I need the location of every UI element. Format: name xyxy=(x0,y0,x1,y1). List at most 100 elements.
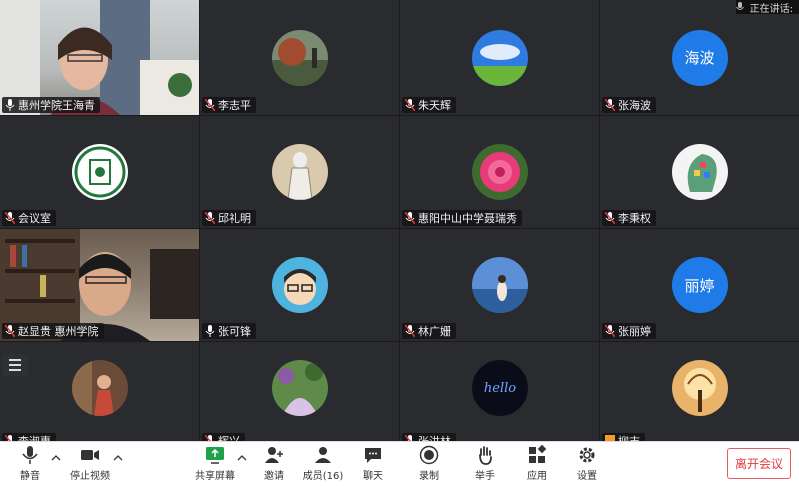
chevron-up-icon[interactable] xyxy=(113,454,123,462)
participant-avatar: hello xyxy=(471,360,528,416)
nameplate: 李志平 xyxy=(202,97,256,113)
gear-icon xyxy=(579,447,595,463)
participant-name: 柳志 xyxy=(618,433,640,441)
apps-icon xyxy=(529,445,547,463)
mic-muted-icon xyxy=(605,99,615,111)
participant-tile[interactable]: 惠州学院王海青 xyxy=(0,0,199,115)
hand-icon xyxy=(479,446,492,465)
participant-avatar: 丽婷 xyxy=(671,257,728,313)
apps-button[interactable]: 应用 xyxy=(524,445,550,485)
mic-muted-icon xyxy=(5,325,15,337)
apps-label: 应用 xyxy=(527,471,547,482)
nameplate: 张海波 xyxy=(602,97,656,113)
participant-grid: 惠州学院王海青 李志平 朱天辉 海波 张海波 会议室 邱礼明 惠阳中山中学聂瑞秀… xyxy=(0,0,799,441)
share-screen-label: 共享屏幕 xyxy=(195,471,235,482)
chat-label: 聊天 xyxy=(363,471,383,482)
participant-tile[interactable]: 赵显贵 惠州学院 xyxy=(0,229,199,341)
participant-tile[interactable]: 李淑惠 xyxy=(0,342,199,441)
mic-muted-icon xyxy=(605,325,615,337)
participant-avatar xyxy=(471,144,528,200)
participant-name: 惠州学院王海青 xyxy=(18,99,95,112)
participant-tile[interactable]: 海波 张海波 xyxy=(600,0,799,115)
participant-avatar xyxy=(271,360,328,416)
nameplate: 会议室 xyxy=(2,210,56,226)
invite-button[interactable]: 邀请 xyxy=(260,445,288,485)
participant-tile[interactable]: 朱天辉 xyxy=(400,0,599,115)
participant-tile[interactable]: 林广姗 xyxy=(400,229,599,341)
participant-avatar: 海波 xyxy=(671,29,728,86)
participant-avatar xyxy=(71,360,128,416)
leave-meeting-button[interactable]: 离开会议 xyxy=(727,448,791,479)
members-label: 成员(16) xyxy=(302,471,344,482)
participant-avatar xyxy=(471,29,528,86)
participant-name: 赵显贵 惠州学院 xyxy=(18,325,99,338)
participant-name: 张可锋 xyxy=(218,325,251,338)
mute-button[interactable]: 静音 xyxy=(16,445,44,485)
participant-name: 惠阳中山中学聂瑞秀 xyxy=(418,212,517,225)
participant-name: 会议室 xyxy=(18,212,51,225)
raise-hand-button[interactable]: 举手 xyxy=(472,445,498,485)
participant-tile[interactable]: 李志平 xyxy=(200,0,399,115)
layout-menu-button[interactable] xyxy=(2,354,28,376)
participant-tile[interactable]: 张可锋 xyxy=(200,229,399,341)
participant-tile[interactable]: 邱礼明 xyxy=(200,116,399,228)
nameplate: 张洪林 xyxy=(402,433,456,441)
participant-tile[interactable]: 会议室 xyxy=(0,116,199,228)
participant-name: 邱礼明 xyxy=(218,212,251,225)
nameplate: 邱礼明 xyxy=(202,210,256,226)
speaking-indicator: 正在讲话: xyxy=(735,0,799,15)
settings-label: 设置 xyxy=(577,471,597,482)
stop-video-label: 停止视频 xyxy=(70,471,110,482)
nameplate: 张丽婷 xyxy=(602,323,656,339)
participant-name: 李志平 xyxy=(218,99,251,112)
members-button[interactable]: 成员(16) xyxy=(302,445,344,485)
nameplate: 林广姗 xyxy=(402,323,456,339)
participant-tile[interactable]: 辉兴 xyxy=(200,342,399,441)
participant-tile[interactable]: hello 张洪林 xyxy=(400,342,599,441)
mic-muted-icon xyxy=(405,99,415,111)
mic-muted-icon xyxy=(405,325,415,337)
settings-button[interactable]: 设置 xyxy=(574,445,600,485)
participant-avatar xyxy=(471,257,528,313)
mic-muted-icon xyxy=(405,212,415,224)
record-button[interactable]: 录制 xyxy=(416,445,442,485)
chat-icon xyxy=(365,448,381,463)
participant-avatar xyxy=(71,144,128,200)
participant-tile[interactable]: 丽婷 张丽婷 xyxy=(600,229,799,341)
chevron-up-icon[interactable] xyxy=(51,454,61,462)
participant-name: 张洪林 xyxy=(418,433,451,441)
mic-icon xyxy=(205,325,215,337)
participant-name: 张海波 xyxy=(618,99,651,112)
chevron-up-icon[interactable] xyxy=(237,454,247,462)
participant-avatar xyxy=(671,360,728,416)
participant-avatar xyxy=(271,29,328,86)
microphone-icon xyxy=(22,446,38,464)
nameplate: 张可锋 xyxy=(202,323,256,339)
nameplate: 李秉权 xyxy=(602,210,656,226)
nameplate: 朱天辉 xyxy=(402,97,456,113)
participant-avatar xyxy=(671,144,728,200)
mic-muted-icon xyxy=(5,212,15,224)
mic-muted-icon xyxy=(605,212,615,224)
mute-label: 静音 xyxy=(20,471,40,482)
nameplate: 惠州学院王海青 xyxy=(2,97,100,113)
nameplate: 李淑惠 xyxy=(2,433,56,441)
participant-name: 张丽婷 xyxy=(618,325,651,338)
mic-icon xyxy=(735,2,744,10)
chat-button[interactable]: 聊天 xyxy=(360,445,386,485)
participant-tile[interactable]: 李秉权 xyxy=(600,116,799,228)
participant-tile[interactable]: 惠阳中山中学聂瑞秀 xyxy=(400,116,599,228)
raise-hand-label: 举手 xyxy=(475,471,495,482)
participant-name: 林广姗 xyxy=(418,325,451,338)
mic-muted-icon xyxy=(205,99,215,111)
participant-tile[interactable]: 柳志 xyxy=(600,342,799,441)
members-icon xyxy=(315,447,331,463)
speaking-label: 正在讲话: xyxy=(749,3,793,15)
stop-video-button[interactable]: 停止视频 xyxy=(70,445,110,485)
participant-name: 辉兴 xyxy=(218,433,240,441)
share-screen-button[interactable]: 共享屏幕 xyxy=(195,445,235,485)
nameplate: 惠阳中山中学聂瑞秀 xyxy=(402,210,522,226)
camera-icon xyxy=(81,450,99,460)
nameplate: 辉兴 xyxy=(202,433,245,441)
mic-muted-icon xyxy=(205,212,215,224)
